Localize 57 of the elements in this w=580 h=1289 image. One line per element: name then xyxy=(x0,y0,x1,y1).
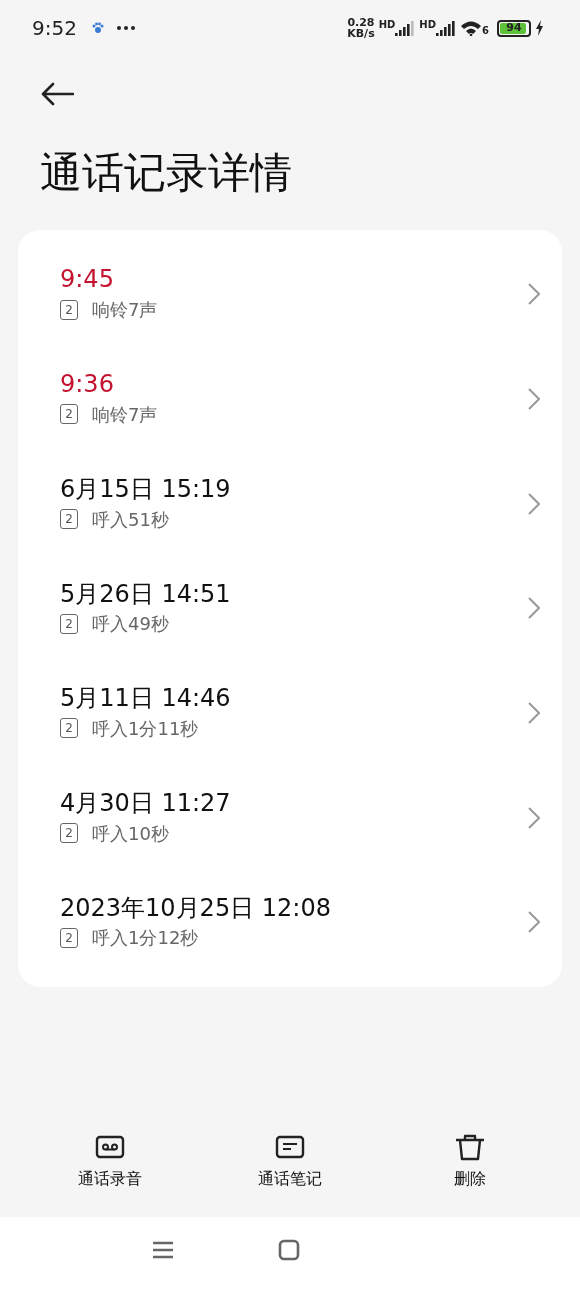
back-icon xyxy=(40,82,74,106)
home-icon[interactable] xyxy=(278,1239,300,1261)
call-time: 9:36 xyxy=(60,370,115,399)
sim-badge: 2 xyxy=(60,299,78,320)
call-row[interactable]: 4月30日 11:27 2 呼入10秒 xyxy=(18,765,562,871)
paw-icon xyxy=(90,21,105,35)
chevron-icon xyxy=(528,388,540,411)
sim-badge: 2 xyxy=(60,718,78,739)
action-button[interactable]: 通话笔记 xyxy=(215,1134,365,1191)
call-detail: 响铃7声 xyxy=(92,298,158,323)
wifi-icon xyxy=(460,20,483,36)
sim-badge: 2 xyxy=(60,823,78,844)
more-icon xyxy=(116,26,135,30)
call-time: 6月15日 15:19 xyxy=(60,474,231,504)
chevron-icon xyxy=(528,702,540,725)
chevron-icon xyxy=(528,597,540,620)
network-label: HD xyxy=(419,20,437,30)
menu-icon[interactable] xyxy=(152,1241,174,1259)
page-title: 通话记录详情 xyxy=(39,152,293,194)
action-button[interactable]: 删除 xyxy=(395,1134,545,1191)
speed-unit: KB/s xyxy=(347,28,375,39)
network-label: HD xyxy=(378,20,396,30)
call-time: 4月30日 11:27 xyxy=(60,788,231,818)
status-time: 9:52 xyxy=(32,15,77,42)
call-row[interactable]: 5月11日 14:46 2 呼入1分11秒 xyxy=(18,660,562,766)
call-time: 2023年10月25日 12:08 xyxy=(60,893,331,923)
battery-text: 94 xyxy=(505,21,523,35)
sim-badge: 2 xyxy=(60,404,78,425)
call-detail: 响铃7声 xyxy=(92,402,158,427)
note-icon xyxy=(274,1134,306,1161)
sim-badge: 2 xyxy=(60,509,78,530)
call-detail: 呼入51秒 xyxy=(92,507,169,532)
wifi-label: 6 xyxy=(482,26,489,36)
call-row[interactable]: 6月15日 15:19 2 呼入51秒 xyxy=(18,451,562,557)
call-detail: 呼入1分12秒 xyxy=(92,926,199,951)
call-time: 9:45 xyxy=(60,265,115,295)
call-time: 5月26日 14:51 xyxy=(60,579,231,609)
call-detail: 呼入1分11秒 xyxy=(92,717,199,741)
chevron-icon xyxy=(528,283,540,306)
sim-badge: 2 xyxy=(60,613,78,634)
call-row[interactable]: 5月26日 14:51 2 呼入49秒 xyxy=(18,556,562,661)
call-row[interactable]: 9:36 2 响铃7声 xyxy=(18,346,562,452)
sim-badge: 2 xyxy=(60,927,78,948)
call-detail: 呼入10秒 xyxy=(92,821,169,846)
call-row[interactable]: 9:45 2 响铃7声 xyxy=(18,242,562,347)
signal-icon xyxy=(395,20,416,36)
call-detail: 呼入49秒 xyxy=(92,612,169,637)
action-button[interactable]: 通话录音 xyxy=(35,1134,185,1191)
chevron-icon xyxy=(528,911,540,934)
chevron-icon xyxy=(528,806,540,829)
call-row[interactable]: 2023年10月25日 12:08 2 呼入1分12秒 xyxy=(18,870,562,975)
call-time: 5月11日 14:46 xyxy=(60,684,231,713)
recording-icon xyxy=(94,1134,126,1161)
signal-icon xyxy=(436,20,457,36)
speed-value: 0.28 xyxy=(347,17,375,28)
trash-icon xyxy=(454,1134,486,1161)
chevron-icon xyxy=(528,492,540,515)
